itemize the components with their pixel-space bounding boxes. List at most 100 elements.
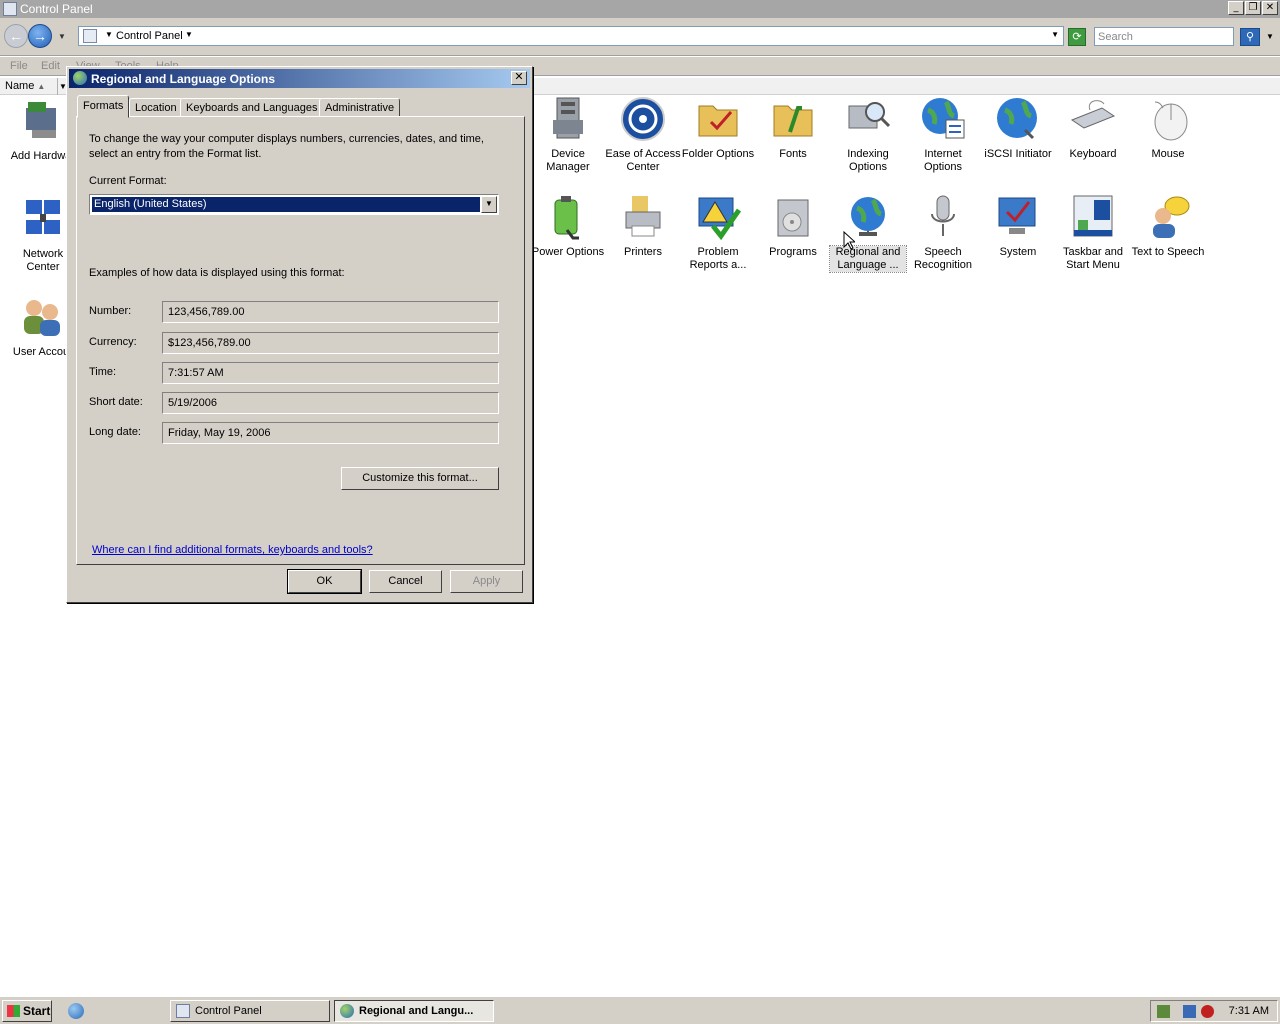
ok-button[interactable]: OK [287, 569, 362, 594]
breadcrumb-chevron-icon[interactable]: ▼ [185, 30, 193, 39]
control-panel-small-icon [83, 29, 97, 43]
text-to-speech-icon [1145, 194, 1191, 240]
breadcrumb-root-chevron-icon[interactable]: ▼ [105, 30, 113, 39]
cp-item-ease-of-access[interactable]: Ease of Access Center [605, 96, 681, 174]
address-toolbar: ← → ▼ ▼ Control Panel ▼ ▼ ⟳ Search ⚲ ▼ [0, 18, 1280, 56]
dialog-title: Regional and Language Options [91, 72, 276, 86]
search-input[interactable]: Search [1094, 27, 1234, 46]
cp-item-system[interactable]: System [980, 194, 1056, 259]
maximize-button[interactable]: ❐ [1245, 1, 1261, 15]
clock[interactable]: 7:31 AM [1229, 1005, 1269, 1017]
search-icon[interactable]: ⚲ [1240, 28, 1260, 46]
taskbar: Start Control Panel Regional and Langu..… [0, 996, 1280, 1024]
speech-recognition-icon [920, 194, 966, 240]
globe-icon [73, 71, 87, 85]
example-value: 123,456,789.00 [162, 301, 499, 323]
example-value: 5/19/2006 [162, 392, 499, 414]
formats-panel: To change the way your computer displays… [76, 116, 525, 565]
cp-item-iscsi-initiator[interactable]: iSCSI Initiator [980, 96, 1056, 161]
cp-item-programs[interactable]: Programs [755, 194, 831, 259]
system-tray: 7:31 AM [1150, 1000, 1278, 1022]
column-name-header[interactable]: Name ▲ [0, 78, 58, 95]
fonts-icon [770, 96, 816, 142]
address-history-dropdown-icon[interactable]: ▼ [1051, 30, 1059, 39]
windows-logo-icon [7, 1005, 20, 1017]
apply-button[interactable]: Apply [450, 570, 523, 593]
system-icon [995, 194, 1041, 240]
example-label: Number: [89, 305, 132, 317]
chevron-down-icon[interactable]: ▼ [481, 196, 497, 213]
tab-location[interactable]: Location [129, 98, 183, 117]
current-format-value: English (United States) [91, 196, 481, 213]
additional-formats-link[interactable]: Where can I find additional formats, key… [92, 544, 373, 556]
forward-button[interactable]: → [28, 24, 52, 48]
back-button[interactable]: ← [4, 24, 28, 48]
tab-formats[interactable]: Formats [77, 95, 130, 118]
dialog-titlebar[interactable]: Regional and Language Options ✕ [69, 69, 530, 88]
cp-item-fonts[interactable]: Fonts [755, 96, 831, 161]
indexing-options-icon [845, 96, 891, 142]
example-row-time: Time: 7:31:57 AM [89, 362, 499, 384]
taskbar-control-panel[interactable]: Control Panel [170, 1000, 330, 1022]
close-window-button[interactable]: ✕ [1262, 1, 1278, 15]
cp-item-printers[interactable]: Printers [605, 194, 681, 259]
mouse-icon [1145, 96, 1191, 142]
problem-reports-icon [695, 194, 742, 241]
current-format-label: Current Format: [89, 175, 167, 187]
add-hardware-icon [18, 98, 64, 144]
cp-item-indexing-options[interactable]: Indexing Options [830, 96, 906, 174]
minimize-button[interactable]: _ [1228, 1, 1244, 15]
dialog-close-button[interactable]: ✕ [511, 71, 527, 85]
folder-options-icon [695, 96, 741, 142]
taskbar-regional-language[interactable]: Regional and Langu... [334, 1000, 494, 1022]
cancel-button[interactable]: Cancel [369, 570, 442, 593]
cp-item-power-options[interactable]: Power Options [530, 194, 606, 259]
cp-item-folder-options[interactable]: Folder Options [680, 96, 756, 161]
sort-up-icon: ▲ [37, 82, 46, 91]
example-value: $123,456,789.00 [162, 332, 499, 354]
menu-file[interactable]: File [10, 60, 28, 72]
globe-icon [340, 1004, 354, 1018]
keyboard-icon [1070, 96, 1116, 142]
recent-pages-dropdown-icon[interactable]: ▼ [58, 32, 66, 41]
customize-format-button[interactable]: Customize this format... [341, 467, 499, 490]
user-accounts-icon [18, 294, 64, 340]
example-label: Time: [89, 366, 117, 378]
example-row-long-date: Long date: Friday, May 19, 2006 [89, 422, 499, 444]
menu-edit[interactable]: Edit [41, 60, 60, 72]
current-format-select[interactable]: English (United States) ▼ [89, 194, 499, 215]
breadcrumb-control-panel[interactable]: Control Panel [116, 30, 183, 42]
cp-item-keyboard[interactable]: Keyboard [1055, 96, 1131, 161]
volume-muted-icon[interactable] [1201, 1005, 1214, 1018]
back-arrow-icon: ← [9, 28, 23, 44]
cp-item-device-manager[interactable]: Device Manager [530, 96, 606, 174]
refresh-button[interactable]: ⟳ [1068, 28, 1086, 46]
example-row-currency: Currency: $123,456,789.00 [89, 332, 499, 354]
cp-item-internet-options[interactable]: Internet Options [905, 96, 981, 174]
security-shield-icon[interactable] [1157, 1005, 1170, 1018]
control-panel-icon [3, 2, 17, 16]
forward-arrow-icon: → [33, 28, 47, 44]
tab-administrative[interactable]: Administrative [319, 98, 401, 117]
cp-item-problem-reports[interactable]: Problem Reports a... [680, 194, 756, 272]
internet-options-icon [920, 96, 966, 142]
network-center-icon [20, 196, 66, 242]
example-value: 7:31:57 AM [162, 362, 499, 384]
quick-launch-ie-icon[interactable] [68, 1003, 84, 1019]
cp-item-taskbar-start-menu[interactable]: Taskbar and Start Menu [1055, 194, 1131, 272]
control-panel-icon [176, 1004, 190, 1018]
cp-item-regional-language[interactable]: Regional and Language ... [829, 194, 907, 273]
start-button[interactable]: Start [2, 1000, 52, 1022]
address-field[interactable]: ▼ Control Panel ▼ ▼ [78, 26, 1064, 46]
window-title: Control Panel [20, 2, 93, 16]
example-label: Short date: [89, 396, 143, 408]
search-options-dropdown-icon[interactable]: ▼ [1266, 32, 1274, 41]
cp-item-text-to-speech[interactable]: Text to Speech [1130, 194, 1206, 259]
taskbar-start-menu-icon [1070, 194, 1116, 240]
example-value: Friday, May 19, 2006 [162, 422, 499, 444]
tab-keyboards-languages[interactable]: Keyboards and Languages [180, 98, 324, 117]
network-icon[interactable] [1183, 1005, 1196, 1018]
cp-item-speech-recognition[interactable]: Speech Recognition [905, 194, 981, 272]
intro-text: To change the way your computer displays… [89, 133, 484, 160]
cp-item-mouse[interactable]: Mouse [1130, 96, 1206, 161]
